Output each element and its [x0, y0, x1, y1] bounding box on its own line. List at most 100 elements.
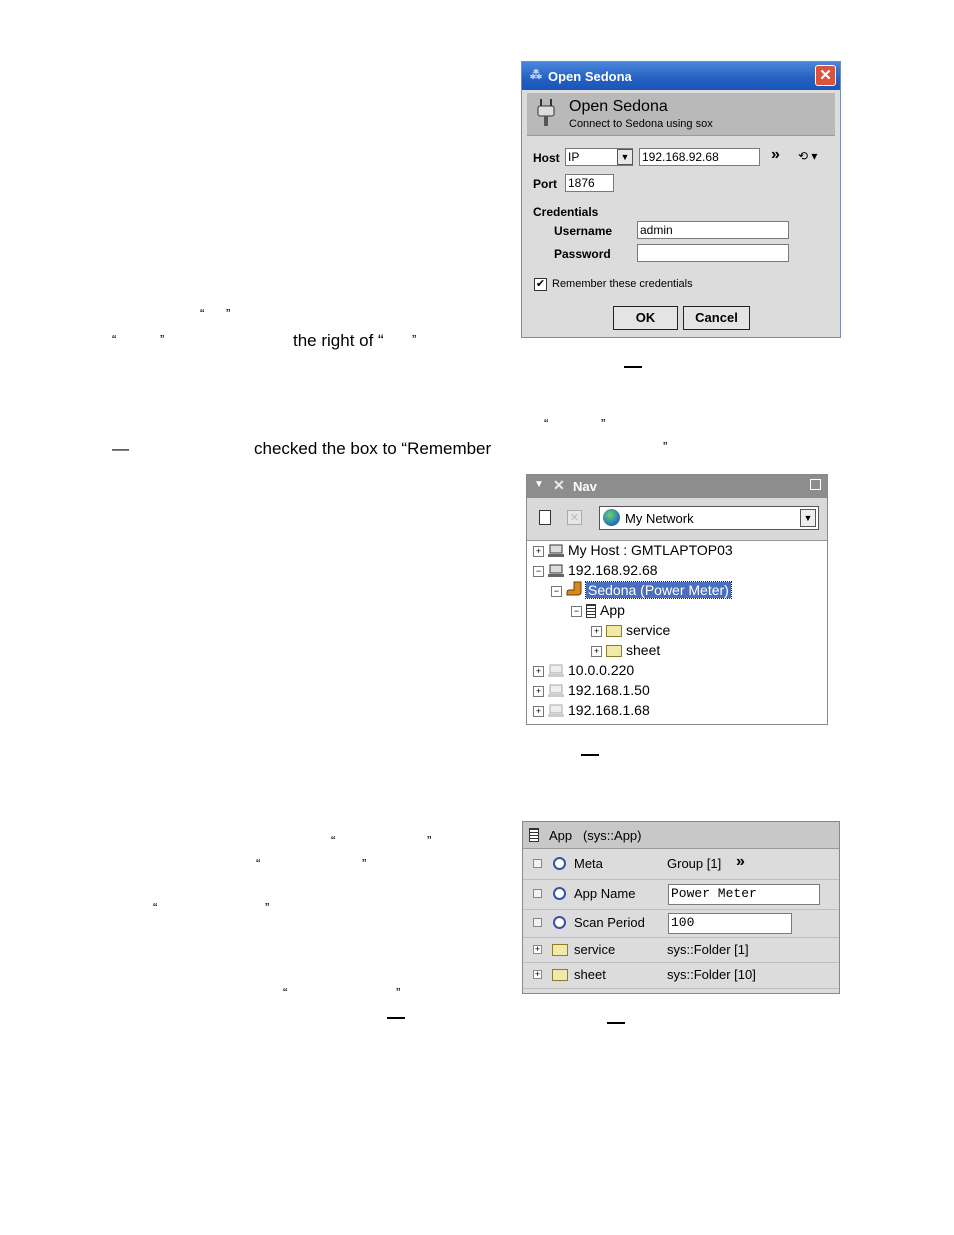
quote-close: ”: [427, 833, 432, 848]
dialog-header-title: Open Sedona: [569, 98, 668, 115]
chevron-down-icon[interactable]: ▼: [800, 509, 816, 527]
open-sedona-dialog: ⁂ Open Sedona ✕ Open Sedona Connect to S…: [521, 61, 841, 338]
app-name-field[interactable]: Power Meter: [668, 884, 820, 905]
expand-icon[interactable]: +: [533, 970, 542, 979]
property-checkbox[interactable]: [533, 889, 542, 898]
network-select-value: My Network: [625, 511, 694, 526]
nav-panel: ▼ ✕ Nav ✕ My Network ▼ + My Host : GMTLAP…: [526, 474, 828, 725]
expand-icon[interactable]: +: [591, 645, 602, 657]
property-name: Meta: [574, 856, 603, 871]
maximize-icon[interactable]: [810, 479, 821, 490]
tree-item[interactable]: +192.168.1.50: [533, 681, 650, 699]
property-row: Scan Period 100: [523, 909, 839, 938]
collapse-icon[interactable]: −: [533, 565, 544, 577]
quote-open: “: [544, 416, 549, 431]
close-button[interactable]: ✕: [815, 65, 836, 86]
expand-icon[interactable]: +: [533, 685, 544, 697]
property-name: App Name: [574, 886, 636, 901]
network-select[interactable]: My Network ▼: [599, 506, 819, 530]
quote-open: “: [283, 985, 288, 1000]
folder-icon: [606, 645, 622, 658]
ok-button[interactable]: OK: [613, 306, 678, 330]
tree-item[interactable]: +192.168.1.68: [533, 701, 650, 719]
tree-item[interactable]: + sheet: [591, 641, 660, 659]
globe-icon: [603, 509, 620, 526]
tree-item-label: 192.168.92.68: [568, 562, 658, 578]
property-value: Group [1]: [667, 856, 722, 871]
quote-open: “: [153, 900, 158, 915]
chevron-down-icon[interactable]: ▼: [617, 149, 633, 165]
dialog-title: Open Sedona: [548, 69, 632, 84]
expand-icon[interactable]: +: [533, 705, 544, 717]
quote-close: ”: [663, 439, 668, 454]
property-value: sys::Folder [10]: [667, 967, 756, 982]
collapse-icon[interactable]: −: [571, 605, 582, 617]
app-icon: [529, 828, 539, 842]
quote-close: ”: [412, 332, 417, 347]
history-icon[interactable]: ⟲ ▾: [798, 149, 817, 163]
cancel-button[interactable]: Cancel: [683, 306, 750, 330]
plug-icon: [537, 99, 555, 126]
tree-item-label: service: [626, 622, 671, 638]
chevron-down-icon[interactable]: ▼: [534, 479, 544, 490]
body-dash: —: [112, 439, 129, 458]
remember-checkbox[interactable]: ✔: [534, 278, 547, 291]
em-dash: [387, 1017, 405, 1019]
host-ip-field[interactable]: 192.168.92.68: [639, 148, 760, 166]
delete-icon[interactable]: ✕: [567, 510, 582, 525]
new-document-icon[interactable]: [539, 510, 551, 525]
expand-icon[interactable]: +: [533, 945, 542, 954]
expand-icon[interactable]: +: [591, 625, 602, 637]
folder-icon: [552, 969, 568, 981]
tree-item-label: 192.168.1.50: [568, 682, 650, 698]
tree-item[interactable]: − App: [571, 601, 625, 619]
app-icon: [586, 604, 596, 619]
quote-open: “: [112, 332, 117, 347]
tree-item[interactable]: + service: [591, 621, 670, 639]
expand-icon[interactable]: +: [533, 545, 544, 557]
collapse-icon[interactable]: −: [551, 585, 562, 597]
tree-item[interactable]: − 192.168.92.68: [533, 561, 658, 579]
sedona-small-icon: ⁂: [530, 68, 542, 82]
quote-close: ”: [396, 985, 401, 1000]
host-label: Host: [533, 151, 560, 165]
property-name: sheet: [574, 967, 606, 982]
property-name: Scan Period: [574, 915, 645, 930]
tree-item-label: 192.168.1.68: [568, 702, 650, 718]
quote-close: ”: [601, 416, 606, 431]
property-row: Meta Group [1] »: [523, 849, 839, 880]
tree-item-label: sheet: [626, 642, 661, 658]
property-checkbox[interactable]: [533, 918, 542, 927]
port-value: 1876: [568, 176, 595, 190]
quote-close: ”: [362, 856, 367, 871]
host-icon: [548, 684, 564, 698]
username-value: admin: [640, 223, 673, 237]
host-icon: [548, 564, 564, 578]
property-name: service: [574, 942, 616, 957]
quote-open: “: [331, 833, 336, 848]
property-sheet-header: App (sys::App): [523, 822, 839, 849]
expand-icon[interactable]: +: [533, 665, 544, 677]
quote-open: “: [256, 856, 261, 871]
quote-close: ”: [160, 332, 165, 347]
body-text-remember: checked the box to “Remember: [254, 439, 492, 458]
password-field[interactable]: [637, 244, 789, 262]
more-options-icon[interactable]: »: [736, 853, 745, 871]
credentials-label: Credentials: [533, 205, 599, 219]
tree-item[interactable]: +10.0.0.220: [533, 661, 634, 679]
property-checkbox[interactable]: [533, 859, 542, 868]
tree-item[interactable]: + My Host : GMTLAPTOP03: [533, 541, 733, 559]
property-sheet-title: App (sys::App): [549, 828, 642, 843]
port-field[interactable]: 1876: [565, 174, 614, 192]
tree-item-label: App: [600, 602, 625, 618]
nav-title-bar: ▼ ✕ Nav: [527, 475, 827, 498]
property-value: 100: [671, 915, 695, 930]
tree-item-label: My Host : GMTLAPTOP03: [568, 542, 733, 558]
more-options-icon[interactable]: »: [771, 146, 780, 164]
app-property-sheet: App (sys::App) Meta Group [1] »App Name Pow…: [522, 821, 840, 994]
scan-period-field[interactable]: 100: [668, 913, 792, 934]
username-field[interactable]: admin: [637, 221, 789, 239]
nav-title: Nav: [573, 479, 597, 494]
tree-item[interactable]: − Sedona (Power Meter): [551, 581, 732, 599]
host-icon: [548, 544, 564, 558]
